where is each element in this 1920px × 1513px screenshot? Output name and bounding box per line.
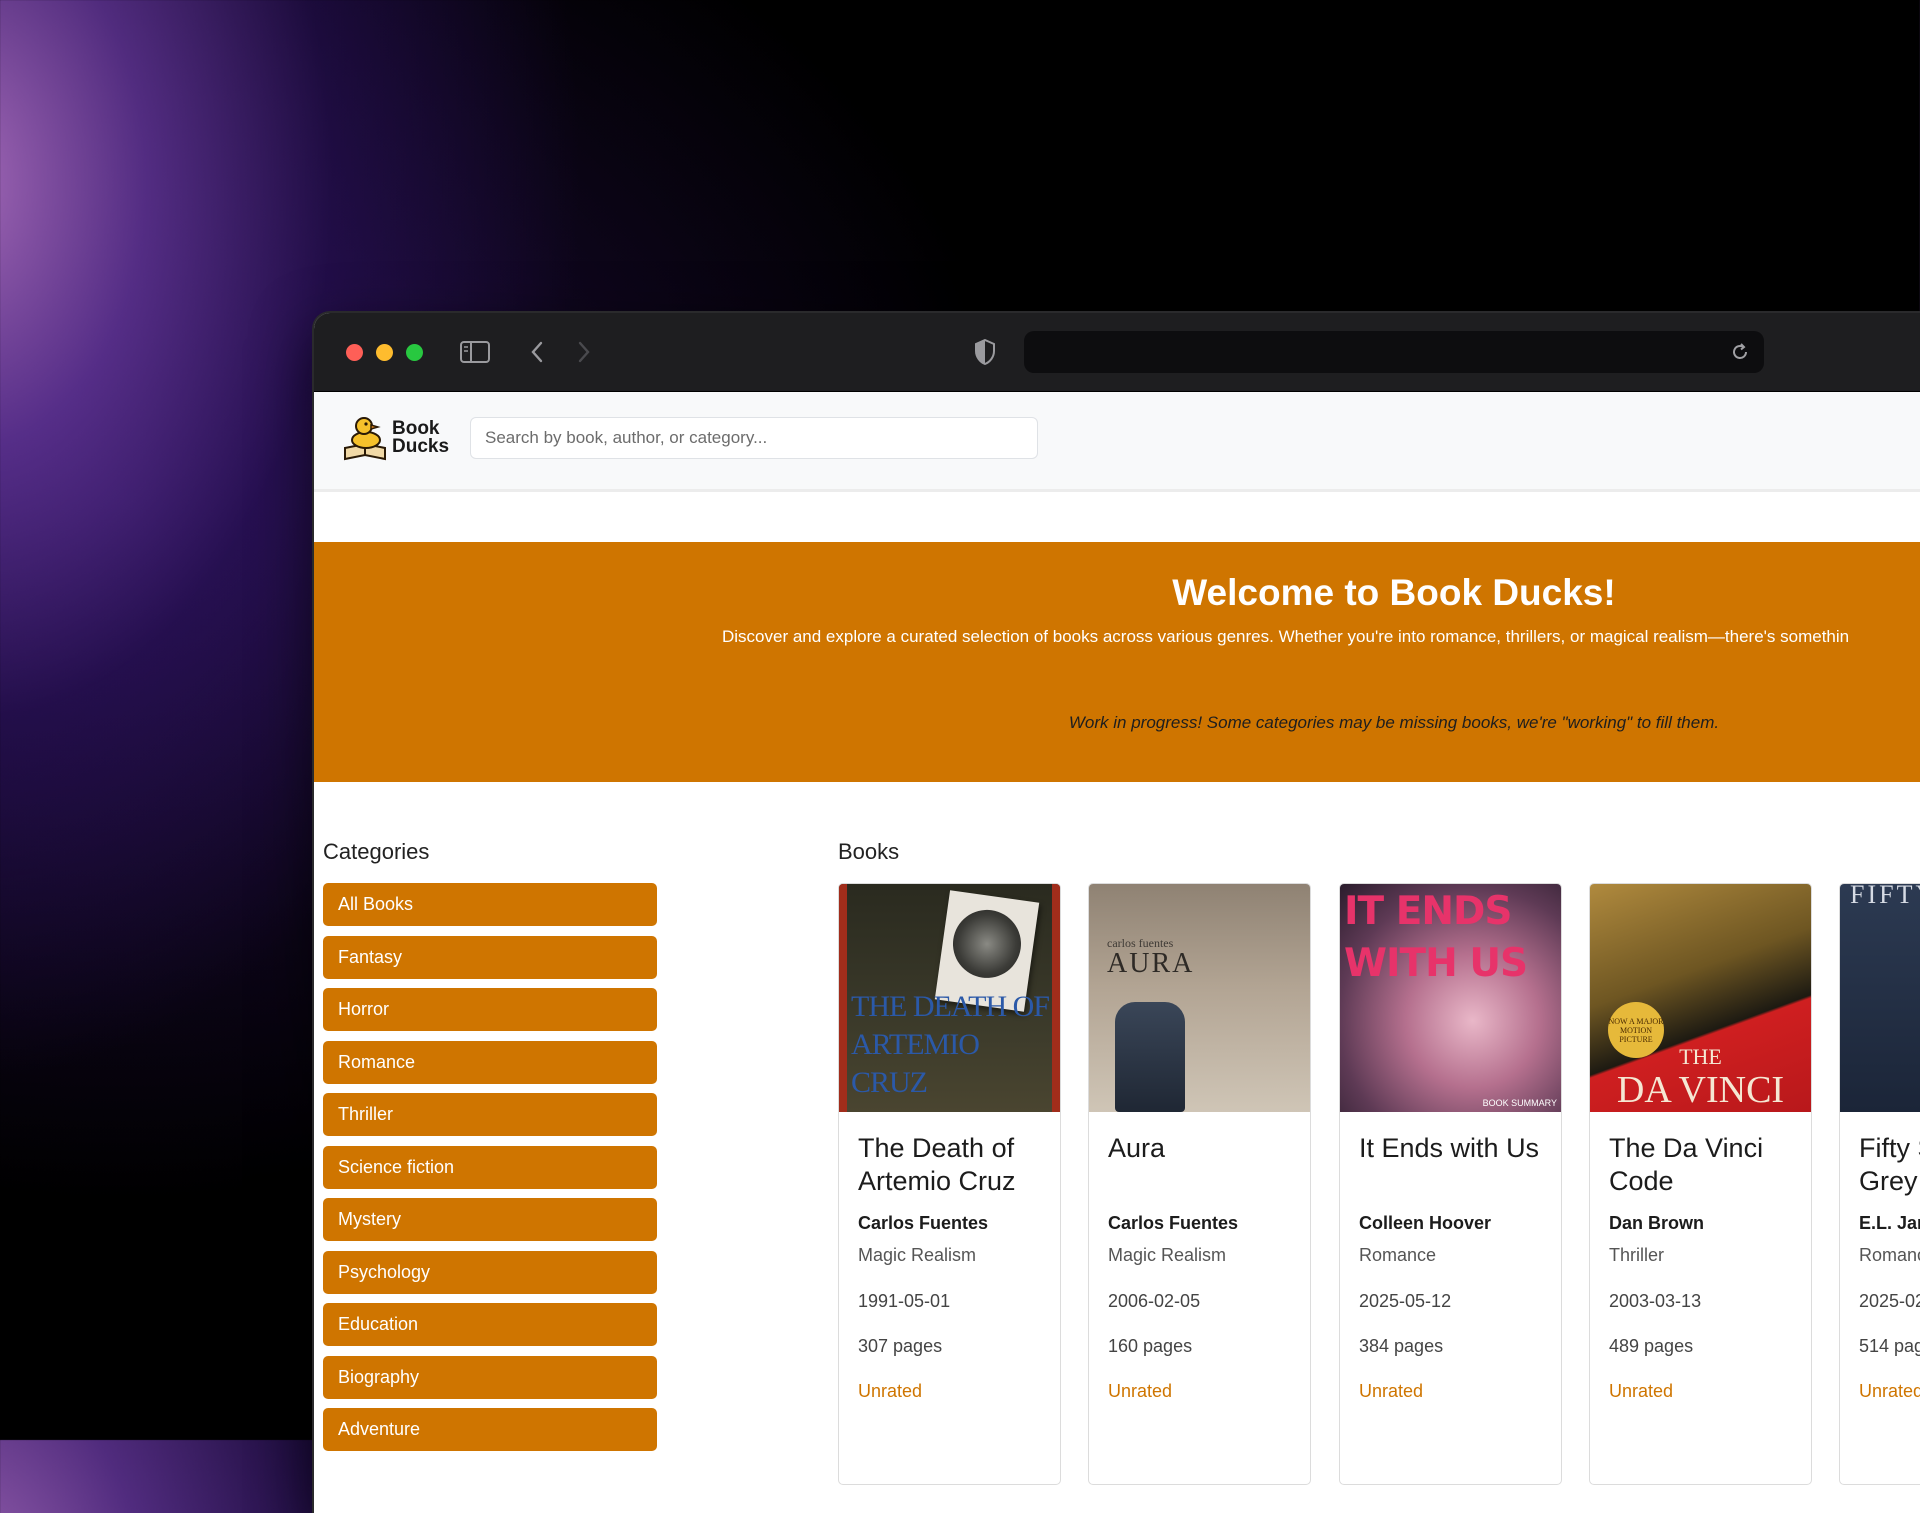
site-logo[interactable]: Book Ducks [342, 414, 449, 462]
book-date: 2003-03-13 [1609, 1291, 1702, 1311]
cover-title-text: DA VINCI [1616, 1069, 1785, 1111]
category-all-books-button[interactable]: All Books [323, 883, 657, 926]
close-window-button[interactable] [346, 344, 363, 361]
category-adventure-button[interactable]: Adventure [323, 1408, 657, 1451]
category-science-fiction-button[interactable]: Science fiction [323, 1145, 657, 1189]
books-heading: Books [838, 839, 900, 864]
book-cover-image[interactable]: THE DEATH OF ARTEMIO CRUZ [839, 884, 1060, 1112]
book-cover-image[interactable]: carlos fuentes AURA [1089, 884, 1310, 1112]
book-title[interactable]: The Death of Artemio Cruz [858, 1132, 1048, 1198]
book-title[interactable]: The Da Vinci Code [1609, 1132, 1799, 1198]
book-genre: Romance [1359, 1245, 1437, 1265]
figure-illustration [1115, 1002, 1185, 1112]
book-card[interactable]: THE DEATH OF ARTEMIO CRUZ The Death of A… [838, 883, 1061, 1485]
hero-banner: Welcome to Book Ducks! Discover and expl… [314, 542, 1920, 782]
category-education-button[interactable]: Education [323, 1303, 657, 1346]
address-bar[interactable] [1024, 331, 1764, 373]
category-horror-button[interactable]: Horror [323, 988, 657, 1031]
category-romance-button[interactable]: Romance [323, 1040, 657, 1084]
category-list: All Books Fantasy Horror Romance Thrille… [323, 883, 657, 1461]
book-author: Carlos Fuentes [1108, 1213, 1239, 1233]
book-rating: Unrated [1359, 1381, 1424, 1401]
book-pages: 307 pages [858, 1336, 943, 1356]
book-rating: Unrated [1108, 1381, 1173, 1401]
book-genre: Romance [1859, 1245, 1920, 1265]
back-arrow-icon[interactable] [524, 337, 550, 367]
book-card[interactable]: NOW A MAJOR MOTION PICTURE THE DA VINCI … [1589, 883, 1812, 1485]
search-input[interactable] [470, 417, 1038, 459]
book-author: Colleen Hoover [1359, 1213, 1492, 1233]
book-date: 2025-05-12 [1359, 1291, 1452, 1311]
hero-subtitle: Discover and explore a curated selection… [722, 627, 1850, 646]
cover-stripe [839, 884, 847, 1112]
book-card[interactable]: FIFTY of Fifty Shades of Grey E.L. James… [1839, 883, 1920, 1485]
book-pages: 489 pages [1609, 1336, 1694, 1356]
book-author: E.L. James [1859, 1213, 1920, 1233]
book-pages: 384 pages [1359, 1336, 1444, 1356]
duck-book-logo-icon [344, 417, 386, 461]
category-thriller-button[interactable]: Thriller [323, 1093, 657, 1136]
book-rating: Unrated [1609, 1381, 1674, 1401]
book-title[interactable]: Fifty Shades of Grey [1859, 1132, 1920, 1198]
book-date: 2025-02 [1859, 1291, 1920, 1311]
minimize-window-button[interactable] [376, 344, 393, 361]
browser-window: Book Ducks Welcome to Book Ducks! Discov… [314, 313, 1920, 1513]
reload-icon[interactable] [1726, 338, 1754, 366]
book-title[interactable]: It Ends with Us [1359, 1132, 1549, 1165]
browser-toolbar [314, 313, 1920, 392]
forward-arrow-icon[interactable] [571, 337, 597, 367]
categories-heading: Categories [323, 839, 430, 864]
category-biography-button[interactable]: Biography [323, 1355, 657, 1399]
book-rating: Unrated [858, 1381, 923, 1401]
cover-stripe [1052, 884, 1060, 1112]
cover-title-text: THE DEATH OF ARTEMIO CRUZ [851, 990, 1050, 1099]
book-genre: Magic Realism [1108, 1245, 1227, 1265]
book-card[interactable]: IT ENDS WITH US BOOK SUMMARY It Ends wit… [1339, 883, 1562, 1485]
logo-line-2: Ducks [392, 436, 450, 457]
category-psychology-button[interactable]: Psychology [323, 1250, 657, 1294]
book-cover-image[interactable]: NOW A MAJOR MOTION PICTURE THE DA VINCI [1590, 884, 1811, 1112]
book-cover-image[interactable]: FIFTY of [1840, 884, 1920, 1112]
book-cover-image[interactable]: IT ENDS WITH US BOOK SUMMARY [1340, 884, 1561, 1112]
sidebar-toggle-icon[interactable] [459, 337, 491, 367]
web-page: Book Ducks Welcome to Book Ducks! Discov… [314, 392, 1920, 1513]
cover-title-text: IT ENDS WITH US [1344, 889, 1528, 986]
category-fantasy-button[interactable]: Fantasy [323, 935, 657, 979]
book-author: Carlos Fuentes [858, 1213, 989, 1233]
cover-title-text: FIFTY of [1850, 884, 1920, 909]
category-mystery-button[interactable]: Mystery [323, 1198, 657, 1241]
book-pages: 160 pages [1108, 1336, 1193, 1356]
hero-notice: Work in progress! Some categories may be… [1068, 713, 1720, 732]
cover-footer-text: BOOK SUMMARY [1482, 1098, 1557, 1108]
book-author: Dan Brown [1609, 1213, 1705, 1233]
book-pages: 514 pages [1859, 1336, 1920, 1356]
maximize-window-button[interactable] [406, 344, 423, 361]
book-genre: Thriller [1609, 1245, 1665, 1265]
cover-title-text: AURA [1107, 948, 1195, 979]
privacy-shield-icon[interactable] [971, 337, 999, 367]
hero-title: Welcome to Book Ducks! [1172, 572, 1616, 613]
book-card[interactable]: carlos fuentes AURA Aura Carlos Fuentes … [1088, 883, 1311, 1485]
book-title[interactable]: Aura [1108, 1132, 1298, 1165]
book-grid: THE DEATH OF ARTEMIO CRUZ The Death of A… [838, 883, 1920, 1513]
book-genre: Magic Realism [858, 1245, 977, 1265]
book-date: 1991-05-01 [858, 1291, 951, 1311]
book-date: 2006-02-05 [1108, 1291, 1201, 1311]
site-navbar: Book Ducks [314, 392, 1920, 492]
cover-small-text: THE [1679, 1044, 1722, 1069]
book-rating: Unrated [1859, 1381, 1920, 1401]
